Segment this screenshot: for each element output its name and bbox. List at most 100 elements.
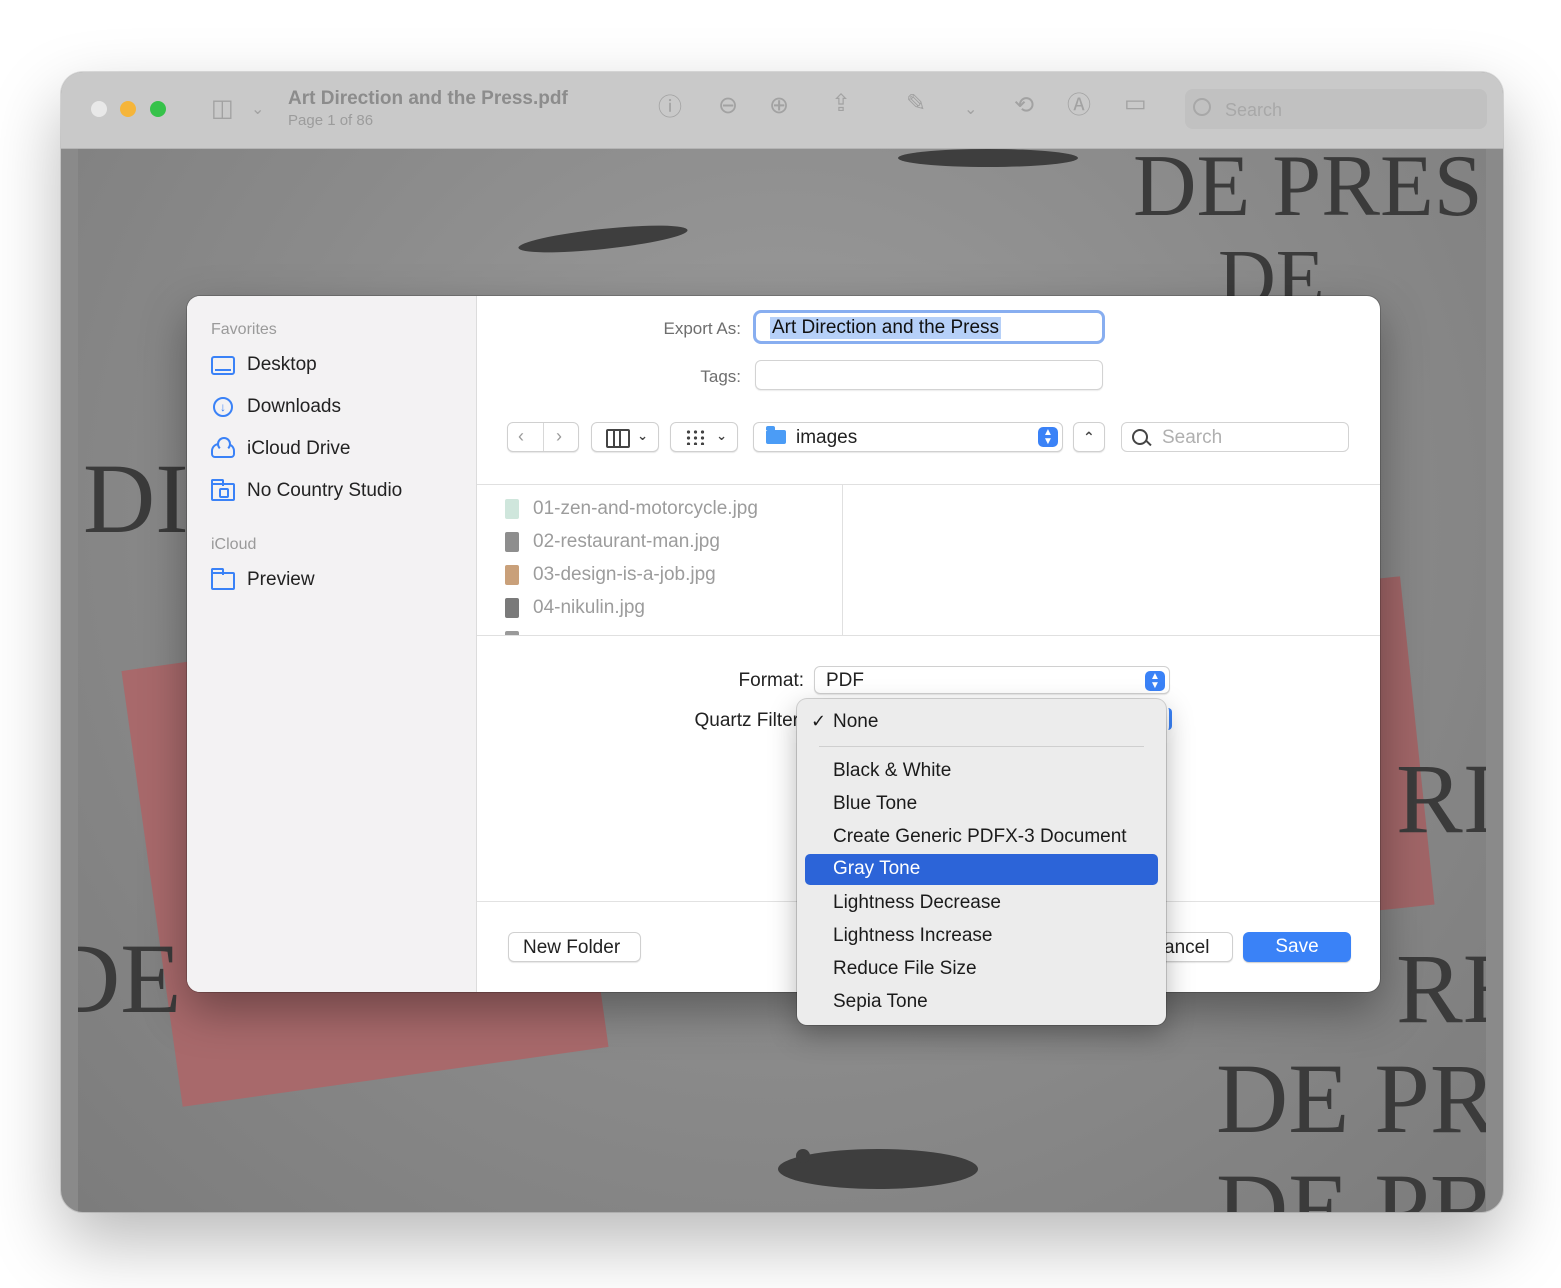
menu-item-label: Blue Tone	[833, 793, 918, 814]
menu-item-pdfx3[interactable]: Create Generic PDFX-3 Document	[805, 822, 1158, 853]
sidebar-item-label: No Country Studio	[247, 480, 403, 501]
back-arrow-icon[interactable]: ‹	[518, 426, 524, 447]
menu-item-label: Lightness Increase	[833, 925, 993, 946]
annotate-icon[interactable]: Ⓐ	[1067, 94, 1091, 118]
tags-label: Tags:	[700, 367, 741, 386]
menu-item-lightness-decrease[interactable]: Lightness Decrease	[805, 888, 1158, 919]
download-icon: ↓	[211, 397, 235, 417]
image-thumbnail-icon	[505, 565, 519, 585]
file-item[interactable]: 02-restaurant-man.jpg	[505, 528, 720, 556]
group-button[interactable]: ⌄	[670, 422, 738, 452]
search-icon	[1132, 429, 1148, 445]
cloud-icon	[211, 437, 235, 459]
image-thumbnail-icon	[505, 631, 519, 635]
chevron-down-icon: ⌄	[716, 428, 727, 443]
chevron-down-icon[interactable]: ⌄	[251, 98, 264, 122]
popup-stepper-icon: ▲ ▼	[1038, 427, 1058, 447]
document-page-count: Page 1 of 86	[288, 112, 374, 129]
share-icon[interactable]: ⇪	[831, 92, 851, 116]
bg-text: DE	[78, 923, 182, 1034]
file-name: 03-design-is-a-job.jpg	[533, 564, 716, 585]
bg-text: DE PR	[1216, 1043, 1486, 1154]
menu-item-black-white[interactable]: Black & White	[805, 756, 1158, 787]
menu-item-lightness-increase[interactable]: Lightness Increase	[805, 921, 1158, 952]
info-icon[interactable]: ⓘ	[658, 96, 682, 120]
file-name: 01-zen-and-motorcycle.jpg	[533, 498, 758, 519]
export-as-value: Art Direction and the Press	[770, 317, 1002, 339]
new-folder-button[interactable]: New Folder	[508, 932, 641, 962]
menu-item-sepia-tone[interactable]: Sepia Tone	[805, 987, 1158, 1018]
sidebar-item-preview[interactable]: Preview	[211, 565, 315, 595]
export-dialog: Favorites Desktop ↓ Downloads iCloud Dri…	[187, 296, 1380, 992]
folder-icon	[211, 479, 235, 501]
chevron-up-icon: ⌃	[1083, 429, 1095, 445]
dialog-search-placeholder: Search	[1162, 427, 1223, 448]
markup-pen-icon[interactable]: ✎	[906, 92, 926, 116]
dialog-sidebar: Favorites Desktop ↓ Downloads iCloud Dri…	[187, 296, 477, 992]
zoom-window-button[interactable]	[150, 101, 166, 117]
eyebrow-left	[517, 220, 689, 258]
menu-item-none[interactable]: ✓ None	[805, 707, 1158, 738]
format-label: Format:	[738, 670, 804, 691]
file-item-partial[interactable]	[505, 627, 533, 635]
zoom-out-icon[interactable]: ⊖	[718, 94, 738, 118]
bg-text: RI	[1396, 743, 1486, 854]
dialog-search-field[interactable]: Search	[1121, 422, 1349, 452]
menu-item-reduce-file-size[interactable]: Reduce File Size	[805, 954, 1158, 985]
toolbar-search-field[interactable]: Search	[1185, 89, 1487, 129]
search-icon	[1193, 98, 1211, 116]
file-item[interactable]: 03-design-is-a-job.jpg	[505, 561, 716, 589]
save-button[interactable]: Save	[1243, 932, 1351, 962]
form-fill-icon[interactable]: ▭	[1124, 92, 1147, 116]
bg-text: DE PR	[1216, 1153, 1486, 1213]
back-forward-control: ‹ ›	[507, 422, 579, 452]
close-window-button[interactable]	[91, 101, 107, 117]
markup-chevron-icon[interactable]: ⌄	[964, 98, 977, 122]
menu-item-label: Create Generic PDFX-3 Document	[833, 826, 1127, 847]
menu-item-label: Reduce File Size	[833, 958, 977, 979]
location-popup[interactable]: images ▲ ▼	[753, 422, 1063, 452]
image-thumbnail-icon	[505, 532, 519, 552]
sidebar-item-no-country-studio[interactable]: No Country Studio	[211, 476, 402, 506]
popup-stepper-icon: ▲ ▼	[1145, 671, 1165, 691]
collapse-button[interactable]: ⌃	[1073, 422, 1105, 452]
sidebar-item-label: Desktop	[247, 354, 317, 375]
sidebar-toggle-icon[interactable]: ◫	[211, 97, 234, 121]
chevron-down-icon: ⌄	[637, 428, 648, 443]
quartz-filter-menu: ✓ None Black & White Blue Tone Create Ge…	[797, 699, 1166, 1025]
sidebar-item-label: Preview	[247, 569, 315, 590]
sidebar-item-icloud-drive[interactable]: iCloud Drive	[211, 434, 350, 464]
sidebar-item-label: iCloud Drive	[247, 438, 351, 459]
document-title: Art Direction and the Press.pdf	[288, 88, 568, 109]
sidebar-header-icloud: iCloud	[211, 536, 257, 553]
toolbar-search-placeholder: Search	[1225, 100, 1283, 120]
titlebar: ◫ ⌄ Art Direction and the Press.pdf Page…	[61, 72, 1503, 149]
menu-item-blue-tone[interactable]: Blue Tone	[805, 789, 1158, 820]
sidebar-item-desktop[interactable]: Desktop	[211, 350, 317, 380]
menu-item-label: Sepia Tone	[833, 991, 928, 1012]
menu-item-label: Black & White	[833, 760, 952, 781]
checkmark-icon: ✓	[811, 711, 827, 731]
sidebar-item-downloads[interactable]: ↓ Downloads	[211, 392, 341, 422]
menu-item-gray-tone[interactable]: Gray Tone	[805, 854, 1158, 885]
view-mode-button[interactable]: ⌄	[591, 422, 659, 452]
sidebar-item-label: Downloads	[247, 396, 341, 417]
forward-arrow-icon[interactable]: ›	[556, 426, 562, 447]
file-item[interactable]: 01-zen-and-motorcycle.jpg	[505, 495, 758, 523]
grid-icon	[685, 429, 707, 445]
export-as-field[interactable]: Art Direction and the Press	[753, 310, 1105, 344]
file-item[interactable]: 04-nikulin.jpg	[505, 594, 645, 622]
folder-icon	[766, 426, 786, 444]
minimize-window-button[interactable]	[120, 101, 136, 117]
folder-icon	[211, 568, 235, 590]
bg-text: RE	[1396, 933, 1486, 1044]
format-popup[interactable]: PDF ▲ ▼	[814, 666, 1170, 694]
tags-field[interactable]	[755, 360, 1103, 390]
rotate-icon[interactable]: ⟲	[1014, 94, 1034, 118]
export-as-label: Export As:	[663, 319, 741, 338]
image-thumbnail-icon	[505, 499, 519, 519]
menu-separator	[819, 746, 1144, 747]
file-name: 04-nikulin.jpg	[533, 597, 645, 618]
zoom-in-icon[interactable]: ⊕	[769, 94, 789, 118]
bg-text: DI	[83, 443, 189, 554]
